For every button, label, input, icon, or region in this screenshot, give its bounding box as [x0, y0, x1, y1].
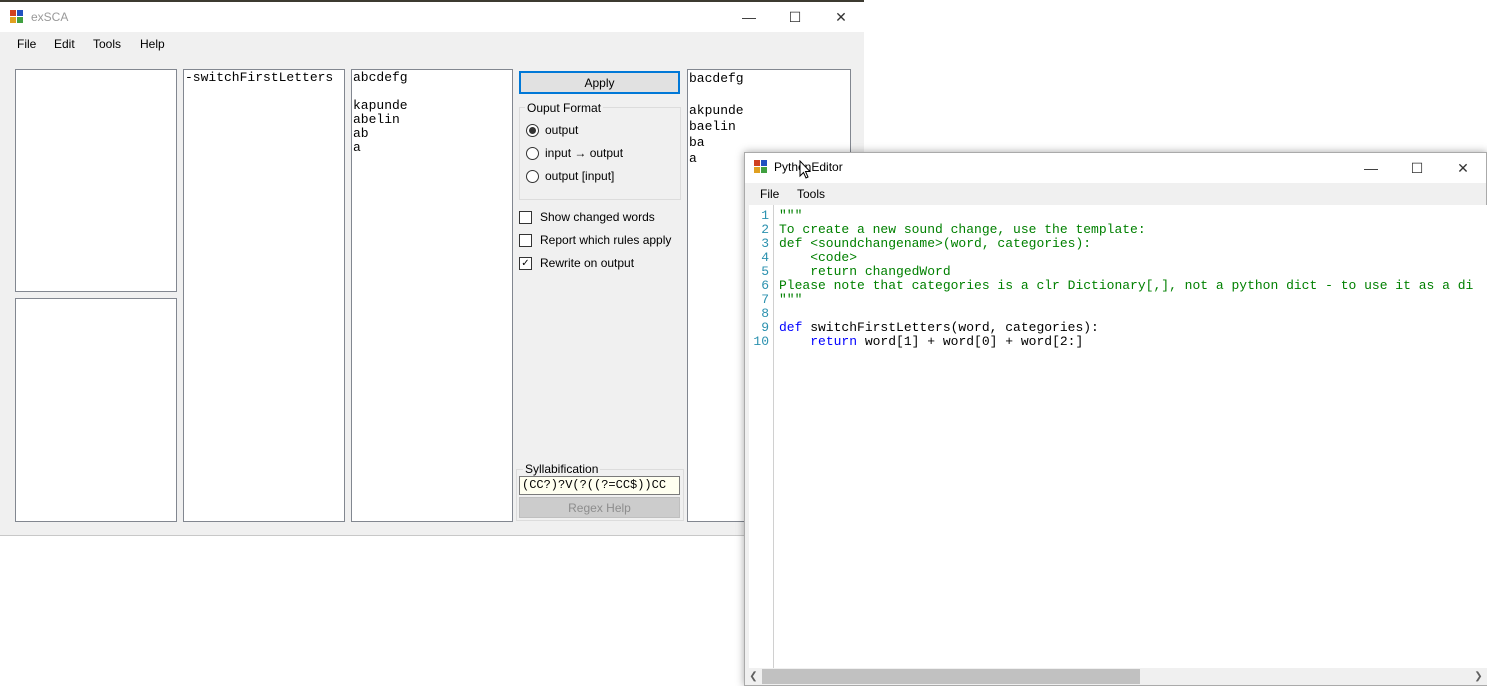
- categories-textbox[interactable]: [15, 69, 177, 292]
- radio-selected-icon: [526, 123, 539, 137]
- editor-minimize-button[interactable]: —: [1348, 153, 1394, 183]
- radio-input-output[interactable]: input → output: [526, 146, 623, 160]
- apply-button[interactable]: Apply: [519, 71, 680, 94]
- radio-output-input[interactable]: output [input]: [526, 169, 614, 183]
- code-line: Please note that categories is a clr Dic…: [779, 278, 1474, 293]
- line-number: 7: [761, 292, 769, 307]
- maximize-icon: ☐: [788, 8, 802, 25]
- checkbox-unchecked-icon: [519, 210, 532, 224]
- mouse-cursor-icon: [799, 160, 811, 179]
- close-icon: ✕: [835, 8, 847, 25]
- code-line: """: [779, 208, 803, 223]
- app-icon: [754, 160, 768, 174]
- checkbox-report-rules[interactable]: Report which rules apply: [519, 233, 671, 247]
- checkbox-checked-icon: ✓: [519, 256, 532, 270]
- close-icon: ✕: [1457, 159, 1469, 176]
- keyword: def: [779, 320, 803, 335]
- code-line-def: def switchFirstLetters(word, categories)…: [779, 320, 1099, 335]
- app-icon: [10, 10, 24, 24]
- menu-tools[interactable]: Tools: [93, 37, 121, 51]
- editor-menu-file[interactable]: File: [760, 187, 779, 201]
- code-line: To create a new sound change, use the te…: [779, 222, 1146, 237]
- radio-output[interactable]: output: [526, 123, 578, 137]
- code-area[interactable]: """ To create a new sound change, use th…: [779, 205, 1487, 670]
- line-number: 2: [761, 222, 769, 237]
- line-number: 9: [761, 320, 769, 335]
- python-editor-window: PythonEditor — ☐ ✕ File Tools 1 2 3 4 5 …: [744, 152, 1487, 686]
- line-number: 6: [761, 278, 769, 293]
- code-line: return changedWord: [779, 264, 951, 279]
- line-number: 5: [761, 264, 769, 279]
- menu-file[interactable]: File: [17, 37, 36, 51]
- minimize-icon: —: [742, 9, 756, 25]
- line-number-gutter: 1 2 3 4 5 6 7 8 9 10: [749, 205, 774, 670]
- horizontal-scrollbar[interactable]: ❮ ❯: [745, 668, 1487, 685]
- code-line: """: [779, 292, 803, 307]
- line-number: 4: [761, 250, 769, 265]
- checkbox-report-rules-label: Report which rules apply: [540, 233, 672, 247]
- code-editor[interactable]: 1 2 3 4 5 6 7 8 9 10 """ To create a new…: [749, 205, 1487, 670]
- checkbox-rewrite-label: Rewrite on output: [540, 256, 635, 270]
- maximize-icon: ☐: [1410, 159, 1424, 176]
- menubar: File Edit Tools Help: [0, 32, 864, 56]
- editor-menu-tools[interactable]: Tools: [797, 187, 825, 201]
- maximize-button[interactable]: ☐: [772, 2, 818, 32]
- radio-unselected-icon: [526, 169, 539, 183]
- line-number: 10: [753, 334, 769, 349]
- secondary-textbox[interactable]: [15, 298, 177, 522]
- editor-menubar: File Tools: [745, 183, 1486, 205]
- menu-edit[interactable]: Edit: [54, 37, 75, 51]
- checkbox-unchecked-icon: [519, 233, 532, 247]
- code-line: def <soundchangename>(word, categories):: [779, 236, 1092, 251]
- close-button[interactable]: ✕: [818, 2, 864, 32]
- checkbox-show-changed-label: Show changed words: [540, 210, 655, 224]
- scroll-right-icon[interactable]: ❯: [1470, 668, 1487, 685]
- code-line: <code>: [779, 250, 858, 265]
- input-words-textbox[interactable]: abcdefg kapunde abelin ab a: [351, 69, 513, 522]
- line-number: 1: [761, 208, 769, 223]
- output-format-label: Ouput Format: [525, 101, 604, 115]
- python-editor-titlebar[interactable]: PythonEditor — ☐ ✕: [745, 153, 1486, 183]
- minimize-button[interactable]: —: [726, 2, 772, 32]
- exsca-titlebar[interactable]: exSCA — ☐ ✕: [0, 2, 864, 32]
- regex-help-button[interactable]: Regex Help: [519, 497, 680, 518]
- radio-input-output-label: input → output: [545, 146, 624, 160]
- rules-textbox[interactable]: -switchFirstLetters: [183, 69, 345, 522]
- radio-output-input-label: output [input]: [545, 169, 615, 183]
- line-number: 3: [761, 236, 769, 251]
- scrollbar-thumb[interactable]: [762, 669, 1140, 684]
- radio-output-label: output: [545, 123, 579, 137]
- scroll-left-icon[interactable]: ❮: [745, 668, 762, 685]
- line-number: 8: [761, 306, 769, 321]
- code-line-return: return word[1] + word[0] + word[2:]: [810, 334, 1084, 349]
- syllabification-input[interactable]: (CC?)?V(?((?=CC$))CC: [519, 476, 680, 495]
- radio-unselected-icon: [526, 146, 539, 160]
- editor-close-button[interactable]: ✕: [1440, 153, 1486, 183]
- editor-maximize-button[interactable]: ☐: [1394, 153, 1440, 183]
- checkbox-rewrite-on-output[interactable]: ✓ Rewrite on output: [519, 256, 634, 270]
- menu-help[interactable]: Help: [140, 37, 165, 51]
- keyword: return: [810, 334, 858, 349]
- minimize-icon: —: [1364, 160, 1378, 176]
- checkbox-show-changed-words[interactable]: Show changed words: [519, 210, 655, 224]
- syllabification-label: Syllabification: [523, 462, 601, 476]
- window-title: exSCA: [31, 10, 69, 24]
